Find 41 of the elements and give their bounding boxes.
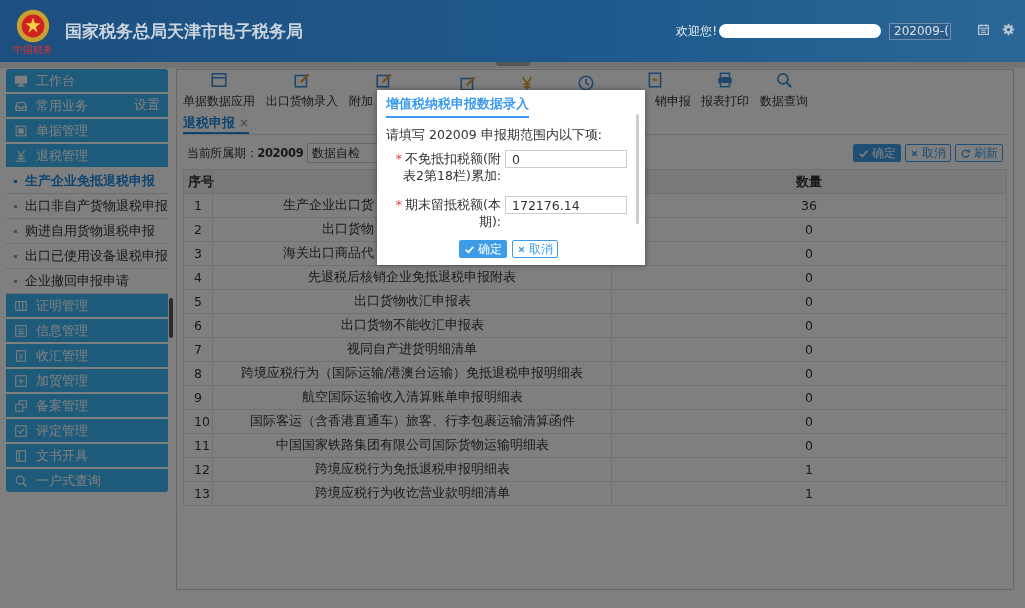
table-cell: 8 xyxy=(183,361,213,386)
table-cell: 0 xyxy=(611,289,1007,314)
required-icon: * xyxy=(395,197,403,212)
table-cell: 9 xyxy=(183,385,213,410)
column-header: 序号 xyxy=(183,169,213,194)
dialog-intro: 请填写 202009 申报期范围内以下项: xyxy=(386,127,603,144)
table-cell: 0 xyxy=(611,337,1007,362)
table-cell: 出口货物收汇申报表 xyxy=(212,289,612,314)
logo-caption: 中国税务 xyxy=(13,45,53,55)
table-cell: 中国国家铁路集团有限公司国际货物运输明细表 xyxy=(212,433,612,458)
table-cell: 11 xyxy=(183,433,213,458)
table-cell: 1 xyxy=(611,481,1007,506)
table-cell: 视同自产进货明细清单 xyxy=(212,337,612,362)
table-cell: 6 xyxy=(183,313,213,338)
table-cell: 4 xyxy=(183,265,213,290)
table-cell: 12 xyxy=(183,457,213,482)
site-title: 国家税务总局天津市电子税务局 xyxy=(65,19,303,43)
table-cell: 1 xyxy=(183,193,213,218)
table-cell: 5 xyxy=(183,289,213,314)
table-cell: 0 xyxy=(611,361,1007,386)
table-cell: 跨境应税行为（国际运输/港澳台运输）免抵退税申报明细表 xyxy=(212,361,612,386)
table-cell: 0 xyxy=(611,409,1007,434)
period-label: 当前所属期：202009 xyxy=(187,145,304,161)
table-cell: 3 xyxy=(183,241,213,266)
table-cell: 跨境应税行为免抵退税申报明细表 xyxy=(212,457,612,482)
table-cell: 13 xyxy=(183,481,213,506)
table-cell: 10 xyxy=(183,409,213,434)
welcome-text: 欢迎您! xyxy=(676,22,717,40)
table-cell: 跨境应税行为收讫营业款明细清单 xyxy=(212,481,612,506)
table-cell: 0 xyxy=(611,265,1007,290)
table-cell: 0 xyxy=(611,313,1007,338)
table-cell: 国际客运（含香港直通车）旅客、行李包裹运输清算函件 xyxy=(212,409,612,434)
table-cell: 0 xyxy=(611,433,1007,458)
table-cell: 2 xyxy=(183,217,213,242)
table-cell: 0 xyxy=(611,385,1007,410)
table-cell: 1 xyxy=(611,457,1007,482)
table-cell: 出口货物不能收汇申报表 xyxy=(212,313,612,338)
table-cell: 7 xyxy=(183,337,213,362)
table-cell: 航空国际运输收入清算账单申报明细表 xyxy=(212,385,612,410)
required-icon: * xyxy=(395,151,403,166)
dialog-title: 增值税纳税申报数据录入 xyxy=(386,96,529,118)
